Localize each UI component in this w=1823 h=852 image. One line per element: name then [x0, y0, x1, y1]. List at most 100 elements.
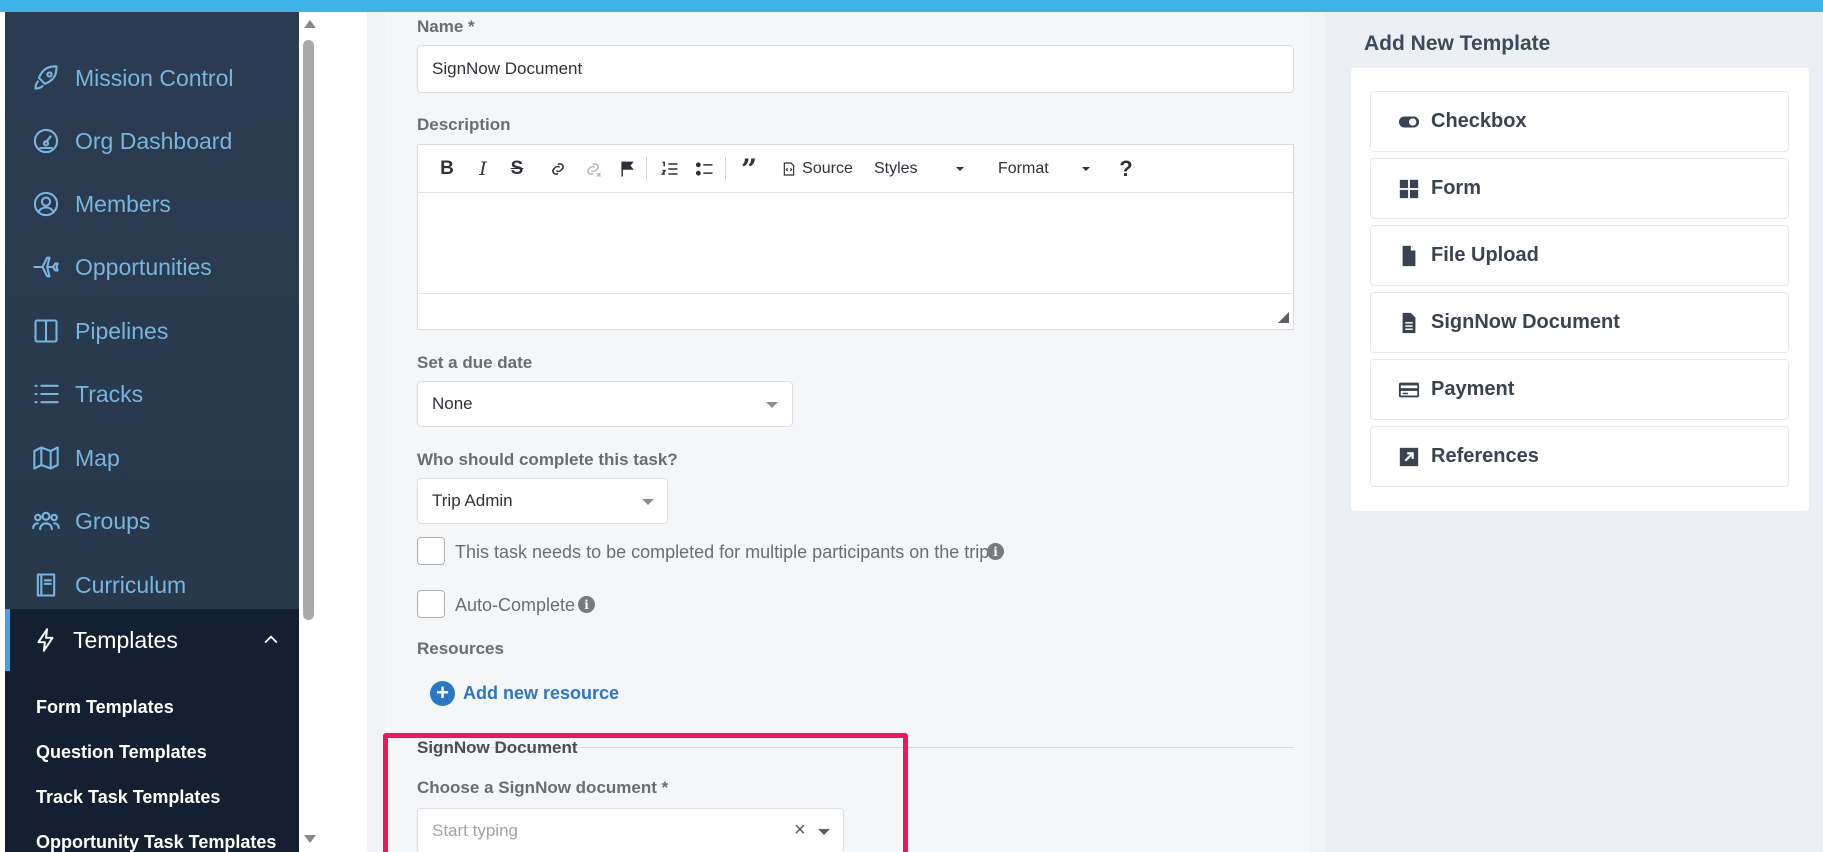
user-circle-icon: [31, 189, 61, 219]
active-indicator: [5, 609, 10, 671]
styles-dropdown[interactable]: Styles: [874, 157, 974, 181]
format-label: Format: [998, 160, 1049, 177]
sidebar-item-templates[interactable]: Templates: [5, 609, 299, 671]
main-gutter: [317, 12, 367, 852]
highlight-box: [383, 733, 908, 852]
due-date-value: None: [432, 394, 473, 413]
submenu-item-opportunity-task-templates[interactable]: Opportunity Task Templates: [36, 832, 276, 852]
numbered-list-icon[interactable]: [658, 157, 682, 181]
sidebar-item-label: Members: [75, 190, 171, 217]
link-icon[interactable]: [546, 157, 570, 181]
plus-circle-icon: +: [430, 680, 455, 706]
file-icon: [1397, 244, 1421, 268]
add-resource-button[interactable]: + Add new resource: [430, 680, 619, 706]
sidebar-item-label: Map: [75, 444, 120, 471]
styles-label: Styles: [874, 160, 918, 177]
template-file-upload[interactable]: File Upload: [1370, 225, 1789, 286]
list-icon: [31, 379, 61, 409]
scroll-up-arrow-icon[interactable]: [304, 20, 316, 28]
top-accent-bar: [0, 0, 1823, 12]
sidebar-item-label: Org Dashboard: [75, 127, 233, 154]
sidebar-item-label: Curriculum: [75, 571, 187, 598]
template-label: SignNow Document: [1431, 311, 1620, 333]
lightning-icon: [31, 625, 61, 655]
columns-icon: [31, 316, 61, 346]
due-date-select[interactable]: None: [417, 381, 793, 427]
editor-toolbar: B I S ” Source Styles Format ?: [418, 145, 1293, 193]
anchor-flag-icon[interactable]: [616, 157, 640, 181]
strikethrough-icon[interactable]: S: [506, 157, 528, 181]
sidebar-item-groups[interactable]: Groups: [5, 493, 299, 549]
assignee-value: Trip Admin: [432, 491, 513, 510]
auto-complete-label: Auto-Complete: [455, 595, 576, 615]
bulleted-list-icon[interactable]: [693, 157, 717, 181]
unlink-icon[interactable]: [581, 157, 605, 181]
sidebar-item-members[interactable]: Members: [5, 176, 299, 232]
format-dropdown[interactable]: Format: [998, 157, 1098, 181]
credit-card-icon: [1397, 378, 1421, 402]
template-label: Form: [1431, 177, 1481, 199]
format-caret-icon: [1082, 167, 1090, 171]
sidebar-item-curriculum[interactable]: Curriculum: [5, 557, 299, 613]
scroll-down-arrow-icon[interactable]: [304, 835, 316, 843]
sidebar-item-mission-control[interactable]: Mission Control: [5, 50, 299, 106]
sidebar-item-label: Mission Control: [75, 64, 234, 91]
submenu-item-question-templates[interactable]: Question Templates: [36, 742, 207, 763]
template-references[interactable]: References: [1370, 426, 1789, 487]
sidebar-item-label: Templates: [73, 626, 178, 653]
editor-footer: [418, 293, 1293, 329]
gauge-icon: [31, 126, 61, 156]
external-link-icon: [1397, 445, 1421, 469]
template-label: Payment: [1431, 378, 1515, 400]
source-button[interactable]: Source: [780, 157, 854, 181]
add-template-title: Add New Template: [1364, 32, 1551, 55]
toolbar-separator: [646, 157, 647, 181]
scroll-thumb[interactable]: [303, 40, 314, 620]
toolbar-separator: [725, 157, 726, 181]
auto-complete-checkbox[interactable]: [417, 590, 445, 618]
template-label: Checkbox: [1431, 110, 1527, 132]
styles-caret-icon: [956, 167, 964, 171]
grid-icon: [1397, 177, 1421, 201]
bold-icon[interactable]: B: [436, 157, 458, 181]
multi-participant-checkbox[interactable]: [417, 537, 445, 565]
chevron-up-icon[interactable]: [261, 629, 281, 649]
template-payment[interactable]: Payment: [1370, 359, 1789, 420]
submenu-item-form-templates[interactable]: Form Templates: [36, 697, 174, 718]
template-label: File Upload: [1431, 244, 1539, 266]
template-checkbox[interactable]: Checkbox: [1370, 91, 1789, 152]
description-editor[interactable]: B I S ” Source Styles Format ?: [417, 144, 1294, 330]
add-resource-label: Add new resource: [463, 682, 620, 703]
map-icon: [31, 443, 61, 473]
description-label: Description: [417, 115, 511, 134]
due-date-label: Set a due date: [417, 353, 533, 372]
sidebar: Mission Control Org Dashboard Members Op…: [5, 12, 299, 852]
rocket-icon: [31, 63, 61, 93]
toggle-icon: [1397, 110, 1421, 134]
name-label: Name *: [417, 17, 475, 36]
name-input[interactable]: SignNow Document: [417, 45, 1294, 93]
form-panel: [385, 12, 1310, 852]
book-icon: [31, 570, 61, 600]
source-label: Source: [802, 160, 853, 177]
help-icon[interactable]: ?: [1114, 156, 1138, 181]
resize-handle-icon[interactable]: [1278, 312, 1289, 323]
sidebar-item-opportunities[interactable]: Opportunities: [5, 239, 299, 295]
templates-submenu: Form Templates Question Templates Track …: [5, 671, 299, 852]
sidebar-item-org-dashboard[interactable]: Org Dashboard: [5, 113, 299, 169]
info-icon[interactable]: i: [987, 543, 1004, 560]
sidebar-item-label: Opportunities: [75, 253, 212, 280]
chevron-down-icon: [766, 402, 778, 408]
template-signnow-document[interactable]: SignNow Document: [1370, 292, 1789, 353]
sidebar-item-pipelines[interactable]: Pipelines: [5, 303, 299, 359]
submenu-item-track-task-templates[interactable]: Track Task Templates: [36, 787, 220, 808]
blockquote-icon[interactable]: ”: [736, 153, 762, 186]
sidebar-item-map[interactable]: Map: [5, 430, 299, 486]
italic-icon[interactable]: I: [472, 157, 494, 181]
document-icon: [1397, 311, 1421, 335]
template-form[interactable]: Form: [1370, 158, 1789, 219]
users-icon: [31, 506, 61, 536]
info-icon[interactable]: i: [578, 596, 595, 613]
assignee-select[interactable]: Trip Admin: [417, 478, 668, 524]
sidebar-item-tracks[interactable]: Tracks: [5, 366, 299, 422]
